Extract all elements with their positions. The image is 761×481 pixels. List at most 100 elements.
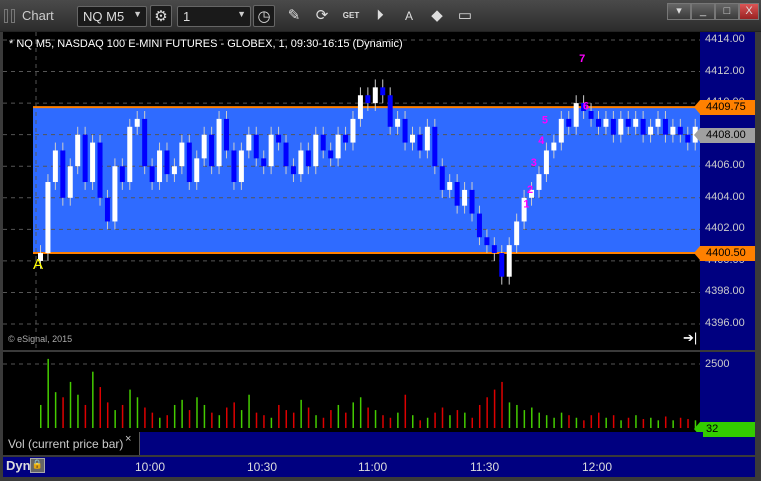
refresh-icon[interactable]: ⟳ [311, 5, 333, 27]
volume-bar [166, 415, 168, 428]
signal-label: 2 [527, 184, 533, 196]
range-band [33, 107, 700, 254]
candle [603, 118, 609, 127]
candle [633, 118, 639, 127]
volume-bar [92, 371, 94, 428]
candle [313, 134, 319, 167]
volume-bar [211, 412, 213, 428]
signal-label: 6 [583, 100, 589, 112]
price-scale[interactable]: 4414.004412.004410.004406.004404.004402.… [694, 32, 755, 350]
maximize-button[interactable]: □ [715, 3, 739, 20]
volume-bar [307, 407, 310, 428]
price-tick: 4412.00 [705, 64, 745, 77]
volume-bar [464, 412, 466, 428]
candle [432, 126, 438, 167]
volume-bar [620, 420, 622, 428]
interval-value: 1 [183, 9, 191, 24]
candle [462, 189, 468, 206]
settings-icon[interactable]: ⚙ [150, 5, 172, 27]
close-button[interactable]: X [739, 3, 759, 20]
candle [372, 87, 378, 104]
volume-bar [590, 415, 593, 428]
candle [261, 158, 267, 167]
volume-bar [598, 412, 600, 428]
candle [268, 134, 274, 167]
volume-bar [449, 415, 451, 428]
volume-bar [285, 410, 288, 428]
volume-bar [40, 404, 42, 428]
candle [424, 126, 430, 151]
candle [573, 103, 579, 127]
candle [82, 134, 88, 183]
volume-bar [486, 397, 488, 428]
scroll-to-end-icon[interactable]: ➔| [683, 330, 697, 346]
candle [454, 182, 460, 206]
volume-bar [627, 417, 630, 428]
candle [410, 134, 415, 143]
link-icon[interactable]: ◆ [426, 5, 448, 27]
volume-bar [508, 402, 511, 428]
alert-icon[interactable]: A [398, 5, 420, 27]
candle [97, 142, 103, 198]
volume-bar [300, 399, 302, 428]
symbol-combo[interactable]: NQ M5 ▼ [77, 6, 147, 27]
price-tick: 4404.00 [705, 190, 745, 203]
volume-scale: 2500 32 [694, 352, 755, 455]
volume-bar [404, 394, 407, 428]
get-icon[interactable]: GET [340, 5, 362, 27]
candle [224, 118, 229, 151]
chevron-down-icon: ▼ [237, 9, 246, 19]
candle [640, 118, 646, 135]
volume-bar [173, 404, 176, 428]
time-tick: 10:00 [135, 460, 166, 474]
candle [75, 134, 81, 167]
interval-combo[interactable]: 1 ▼ [177, 6, 251, 27]
candle [231, 150, 237, 183]
candle [343, 134, 349, 143]
signal-label: 4 [538, 135, 545, 147]
candle [536, 174, 542, 190]
volume-bar [54, 392, 57, 428]
close-study-icon[interactable]: × [125, 433, 131, 445]
candle [298, 150, 304, 175]
volume-bar [478, 404, 481, 428]
volume-bar [330, 410, 332, 428]
volume-bar [136, 397, 139, 428]
volume-bar [240, 410, 243, 428]
volume-bar [69, 381, 72, 428]
volume-bar [612, 415, 615, 428]
volume-bar [263, 415, 265, 428]
candle [216, 118, 222, 167]
volume-bar [367, 407, 369, 428]
volume-bar [47, 358, 49, 428]
clock-icon[interactable]: ◷ [253, 5, 275, 27]
volume-bar [575, 417, 578, 428]
volume-bar [441, 407, 444, 428]
price-chart[interactable]: * NQ M5, NASDAQ 100 E-MINI FUTURES - GLO… [3, 32, 700, 350]
candle [670, 126, 676, 135]
signal-label: 7 [579, 53, 585, 65]
pencil-icon[interactable]: ✎ [283, 5, 305, 27]
volume-label: Vol (current price bar) [8, 437, 124, 451]
drag-grip-icon[interactable] [4, 9, 8, 23]
candle [499, 253, 505, 277]
volume-bar [523, 410, 526, 428]
volume-bar [106, 402, 109, 428]
symbol-value: NQ M5 [83, 9, 125, 24]
minimize-button[interactable]: _ [691, 3, 715, 20]
lock-icon[interactable]: 🔒 [30, 458, 45, 473]
volume-label-bar: Vol (current price bar) × [3, 432, 703, 455]
comment-icon[interactable]: ▭ [454, 5, 476, 27]
volume-bar [233, 402, 235, 428]
candle [447, 182, 453, 190]
candle [662, 118, 668, 135]
volume-bar [270, 417, 273, 428]
window-menu-button[interactable]: ▾ [667, 3, 691, 20]
play-icon[interactable]: ⏵ [369, 5, 391, 27]
time-axis[interactable]: Dyn 🔒 10:00 10:30 11:00 11:30 12:00 [3, 457, 755, 477]
candle [655, 118, 661, 127]
time-tick: 11:00 [358, 460, 388, 474]
drag-grip-icon[interactable] [11, 9, 15, 23]
volume-bar [359, 397, 362, 428]
candle [283, 142, 289, 167]
